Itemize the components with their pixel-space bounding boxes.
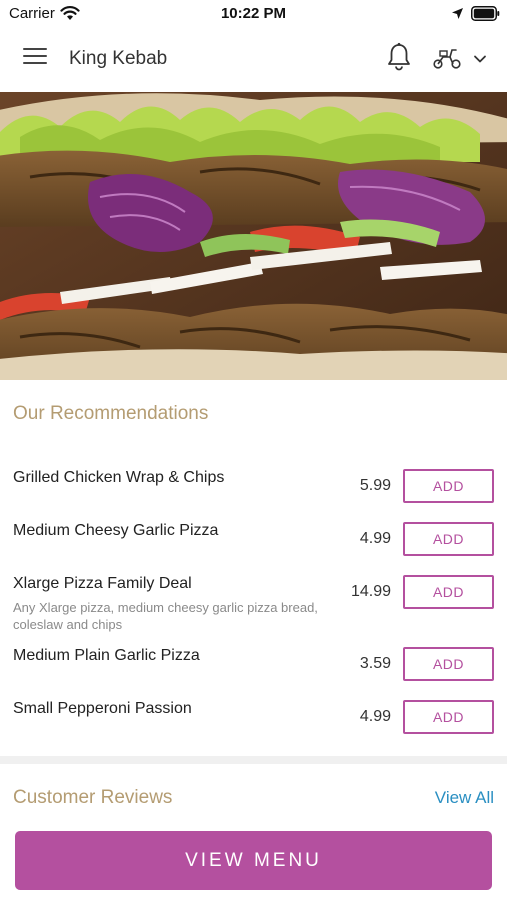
add-button[interactable]: ADD <box>403 469 494 503</box>
item-name: Xlarge Pizza Family Deal <box>13 575 192 592</box>
item-description: Any Xlarge pizza, medium cheesy garlic p… <box>13 600 318 632</box>
view-menu-button[interactable]: VIEW MENU <box>15 831 492 890</box>
item-price: 5.99 <box>359 477 391 494</box>
app-header: King Kebab <box>0 28 507 92</box>
scooter-delivery-icon[interactable] <box>432 46 462 70</box>
item-price: 4.99 <box>359 530 391 547</box>
bell-icon[interactable] <box>386 42 412 72</box>
battery-icon <box>471 6 500 21</box>
reviews-title: Customer Reviews <box>13 787 173 808</box>
item-price: 4.99 <box>359 708 391 725</box>
item-price: 3.59 <box>359 655 391 672</box>
recommendations-title: Our Recommendations <box>13 403 209 424</box>
restaurant-title: King Kebab <box>69 48 168 69</box>
item-name: Medium Cheesy Garlic Pizza <box>13 522 219 539</box>
add-button[interactable]: ADD <box>403 522 494 556</box>
item-name: Small Pepperoni Passion <box>13 700 192 717</box>
item-name: Medium Plain Garlic Pizza <box>13 647 200 664</box>
hero-food-image <box>0 92 507 380</box>
add-button[interactable]: ADD <box>403 700 494 734</box>
add-button[interactable]: ADD <box>403 575 494 609</box>
menu-icon[interactable] <box>23 48 47 70</box>
status-bar: Carrier 10:22 PM <box>0 0 507 28</box>
section-divider <box>0 756 507 764</box>
view-all-link[interactable]: View All <box>435 788 494 808</box>
chevron-down-icon[interactable] <box>473 52 487 66</box>
item-price: 14.99 <box>350 583 391 600</box>
status-time: 10:22 PM <box>220 5 287 22</box>
item-name: Grilled Chicken Wrap & Chips <box>13 469 225 486</box>
location-arrow-icon <box>452 8 463 19</box>
add-button[interactable]: ADD <box>403 647 494 681</box>
